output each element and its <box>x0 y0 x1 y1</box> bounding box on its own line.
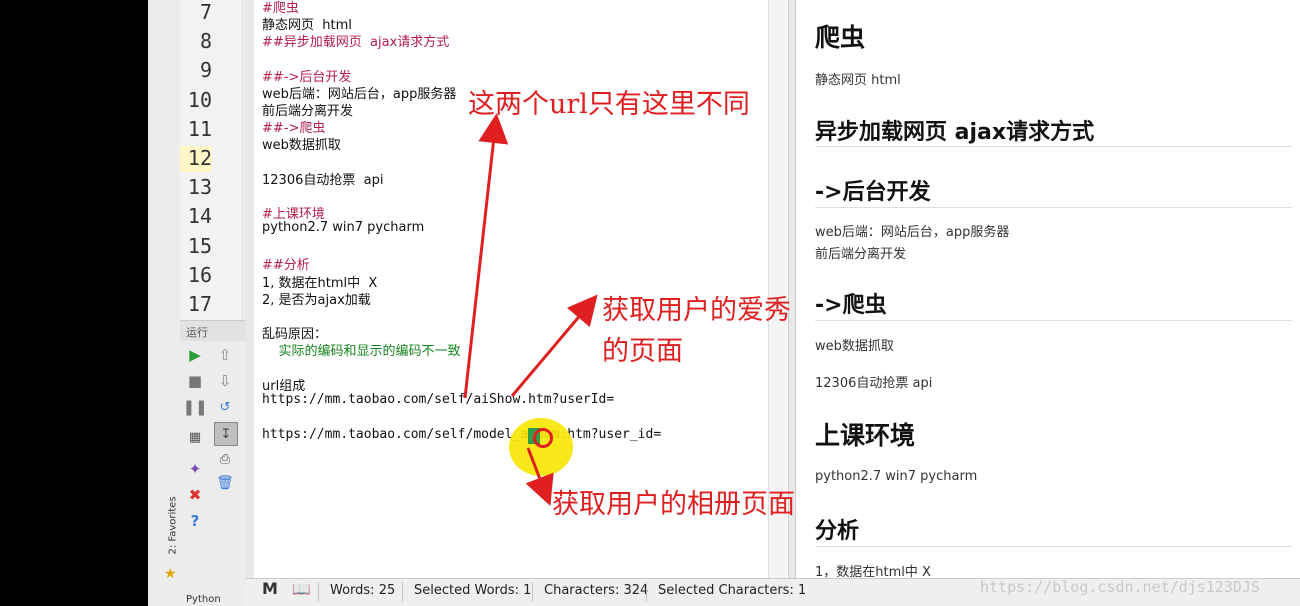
annotation-top: 这两个url只有这里不同 <box>468 89 750 120</box>
annotation-middle-line1: 获取用户的爱秀 <box>602 295 791 326</box>
arrow-to-top-note <box>463 113 509 399</box>
arrow-to-bottom-note <box>525 447 554 506</box>
annotation-middle-line2: 的页面 <box>602 336 683 367</box>
annotation-bottom: 获取用户的相册页面 <box>552 489 795 520</box>
arrow-to-middle-note <box>510 294 598 397</box>
